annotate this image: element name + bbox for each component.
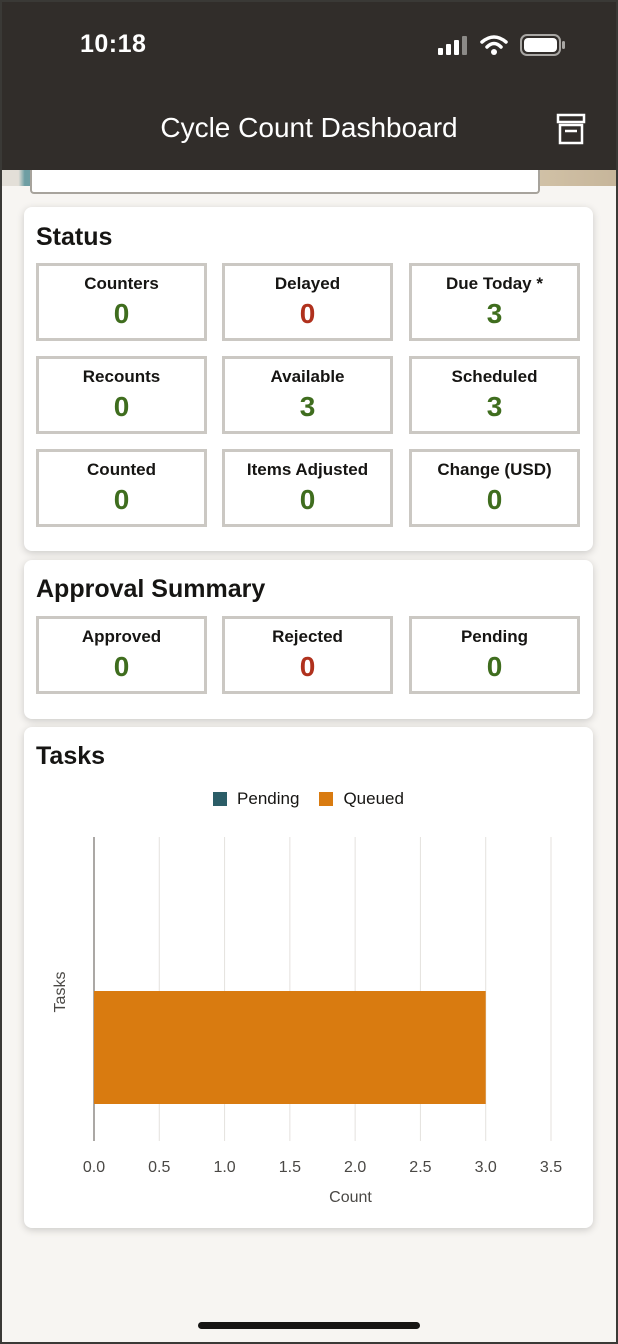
- status-card: Status Counters 0 Delayed 0 Due Today * 3 Reco…: [24, 207, 593, 551]
- tile-value: 0: [299, 484, 316, 515]
- status-tile-delayed[interactable]: Delayed 0: [222, 263, 393, 341]
- tasks-card: Tasks Pending Queued 0.0 0.5 1.0 1.5 2.0 2.5 3…: [24, 727, 593, 1228]
- x-tick-label: 2.0: [344, 1159, 366, 1176]
- tile-label: Due Today *: [446, 274, 543, 293]
- x-tick-label: 3.0: [475, 1159, 497, 1176]
- status-tile-counters[interactable]: Counters 0: [36, 263, 207, 341]
- tile-value: 0: [486, 484, 503, 515]
- status-tile-counted[interactable]: Counted 0: [36, 449, 207, 527]
- tile-value: 0: [113, 391, 130, 422]
- tile-value: 0: [486, 651, 503, 682]
- x-tick-label: 0.0: [83, 1159, 105, 1176]
- status-tile-due-today[interactable]: Due Today * 3: [409, 263, 580, 341]
- status-time: 10:18: [80, 30, 147, 58]
- tile-label: Pending: [460, 627, 529, 646]
- approval-tile-pending[interactable]: Pending 0: [409, 616, 580, 694]
- x-tick-label: 2.5: [409, 1159, 431, 1176]
- tile-value: 0: [299, 651, 316, 682]
- status-tile-items-adjusted[interactable]: Items Adjusted 0: [222, 449, 393, 527]
- approval-summary-card: Approval Summary Approved 0 Rejected 0 Pendi…: [24, 560, 593, 719]
- x-tick-label: 1.5: [279, 1159, 301, 1176]
- tile-label: Delayed: [274, 274, 341, 293]
- tile-label: Recounts: [82, 367, 161, 386]
- tile-label: Available: [270, 367, 345, 386]
- approval-summary-title: Approval Summary: [36, 575, 266, 603]
- x-tick-label: 0.5: [148, 1159, 170, 1176]
- menu-button[interactable]: [554, 112, 588, 146]
- tasks-bar-chart: 0.0 0.5 1.0 1.5 2.0 2.5 3.0 3.5 Count Tasks: [52, 837, 562, 1206]
- status-title: Status: [36, 223, 113, 251]
- tile-label: Change (USD): [437, 460, 552, 479]
- tile-value: 3: [299, 391, 316, 422]
- approval-tile-approved[interactable]: Approved 0: [36, 616, 207, 694]
- wifi-icon: [480, 35, 508, 55]
- tile-value: 0: [113, 484, 130, 515]
- tile-value: 0: [299, 298, 316, 329]
- x-tick-label: 3.5: [540, 1159, 562, 1176]
- tile-label: Items Adjusted: [246, 460, 369, 479]
- y-axis-title: Tasks: [52, 972, 69, 1013]
- tile-value: 3: [486, 391, 503, 422]
- status-tile-change-usd[interactable]: Change (USD) 0: [409, 449, 580, 527]
- status-tile-scheduled[interactable]: Scheduled 3: [409, 356, 580, 434]
- tile-label: Scheduled: [451, 367, 538, 386]
- app-header: 10:18 Cycle Count Dashboard: [0, 0, 618, 172]
- x-axis-title: Count: [329, 1189, 372, 1206]
- x-tick-label: 1.0: [213, 1159, 235, 1176]
- tile-label: Approved: [81, 627, 162, 646]
- status-icons: [438, 34, 566, 56]
- cellular-signal-icon: [438, 36, 467, 55]
- tile-label: Counted: [87, 460, 156, 479]
- status-tile-recounts[interactable]: Recounts 0: [36, 356, 207, 434]
- bar-queued: [94, 991, 486, 1104]
- approval-tile-rejected[interactable]: Rejected 0: [222, 616, 393, 694]
- status-tile-available[interactable]: Available 3: [222, 356, 393, 434]
- page-title: Cycle Count Dashboard: [160, 112, 458, 143]
- tile-value: 3: [486, 298, 503, 329]
- home-indicator[interactable]: [198, 1322, 420, 1329]
- tile-label: Rejected: [272, 627, 343, 646]
- search-field[interactable]: [30, 170, 540, 194]
- tile-value: 0: [113, 651, 130, 682]
- tile-label: Counters: [84, 274, 159, 293]
- inbox-tray-icon: [556, 113, 586, 145]
- battery-icon: [520, 34, 565, 56]
- tile-value: 0: [113, 298, 130, 329]
